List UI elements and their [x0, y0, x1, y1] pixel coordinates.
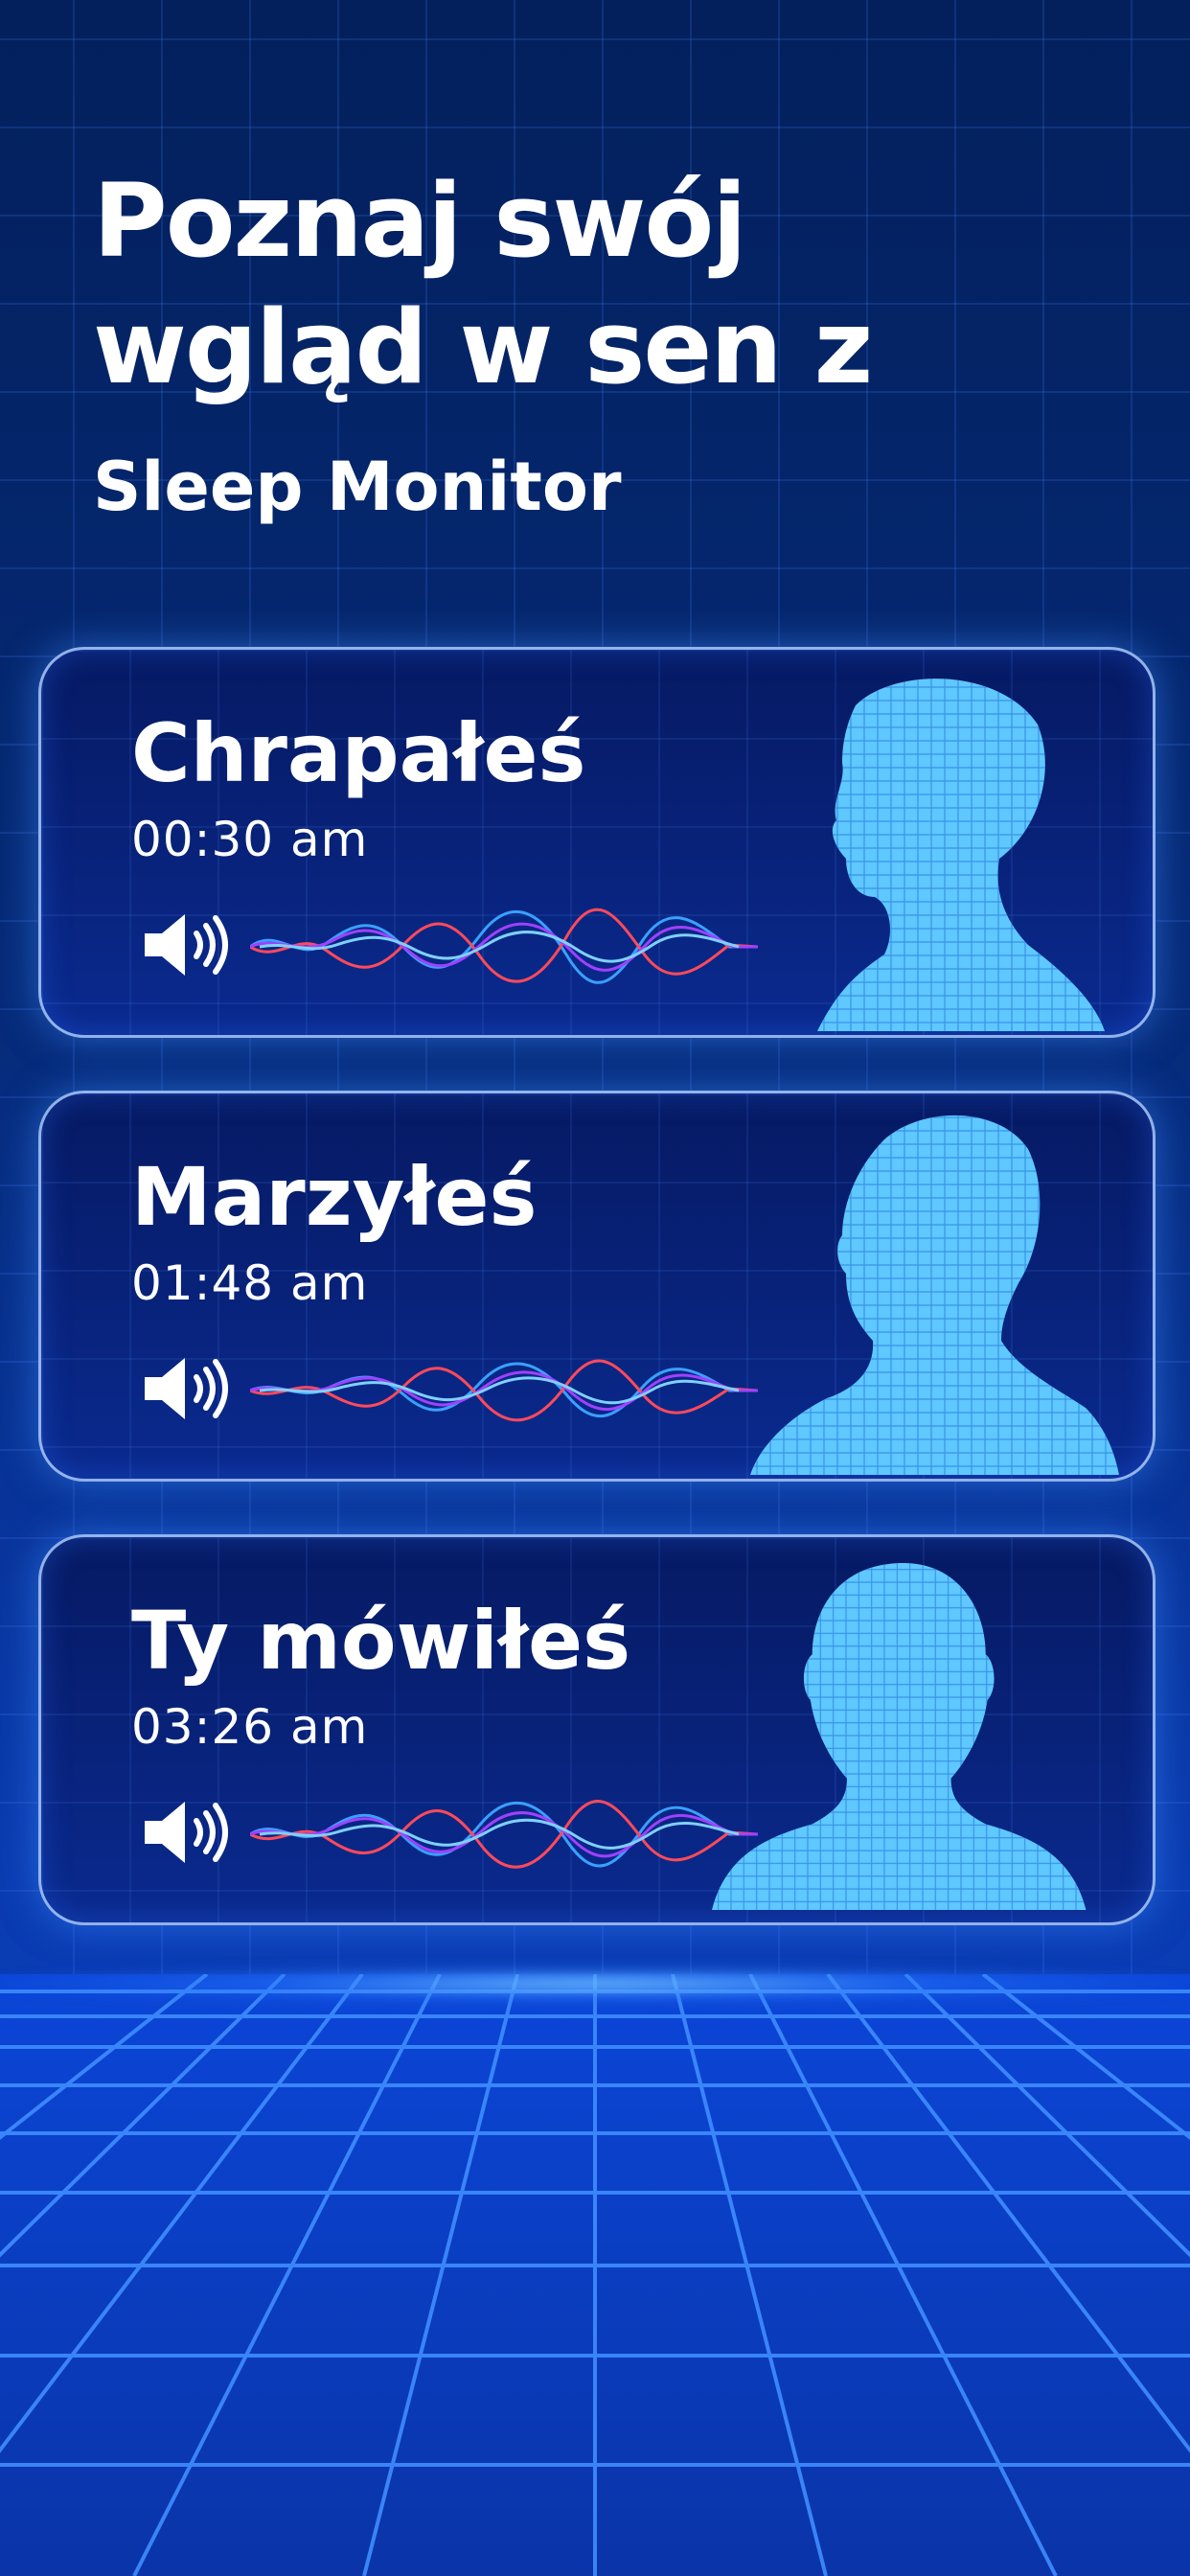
audio-waveform: [250, 908, 758, 984]
sleep-event-card-dreaming[interactable]: Marzyłeś 01:48 am: [38, 1091, 1156, 1482]
card-time: 03:26 am: [131, 1699, 369, 1755]
card-time: 01:48 am: [131, 1255, 369, 1311]
card-title: Ty mówiłeś: [131, 1594, 631, 1688]
sleep-event-card-talking[interactable]: Ty mówiłeś 03:26 am: [38, 1534, 1156, 1925]
subtitle: Sleep Monitor: [93, 448, 622, 526]
head-side-icon: [817, 678, 1105, 1031]
head-front-icon: [712, 1563, 1087, 1910]
card-time: 00:30 am: [131, 812, 369, 867]
speaker-icon[interactable]: [141, 1794, 233, 1871]
audio-waveform: [250, 1359, 758, 1422]
card-title: Chrapałeś: [131, 706, 586, 800]
headline-line-2: wgląd w sen z: [93, 288, 873, 406]
neon-grid-floor: [0, 1974, 1190, 2576]
card-title: Marzyłeś: [131, 1150, 538, 1244]
sleep-event-card-snoring[interactable]: Chrapałeś 00:30 am: [38, 647, 1156, 1038]
headline: Poznaj swój wgląd w sen z: [93, 158, 1147, 411]
audio-waveform: [250, 1800, 758, 1869]
head-three-quarter-icon: [750, 1115, 1119, 1475]
speaker-icon[interactable]: [141, 1350, 233, 1427]
horizon-glow: [0, 1965, 1190, 2003]
headline-line-1: Poznaj swój: [93, 162, 747, 280]
speaker-icon[interactable]: [141, 907, 233, 983]
